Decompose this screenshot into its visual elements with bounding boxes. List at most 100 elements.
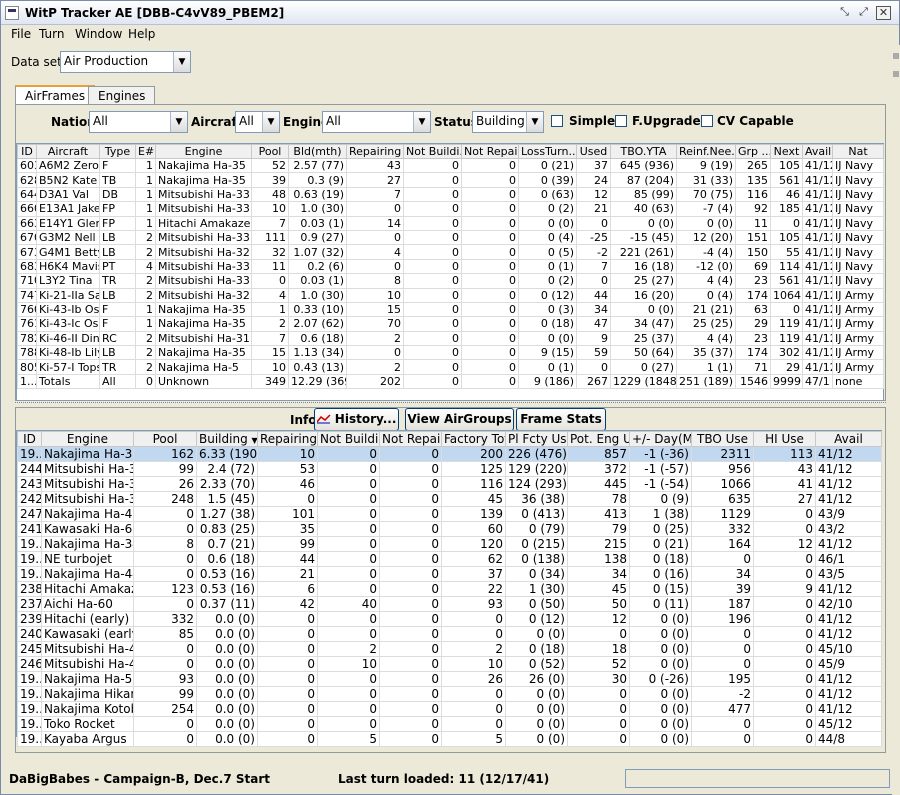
table-row[interactable]: 247 Nakajima Ha-45 0 1.27 (38) 101 0 0 139 0 (41…	[17, 506, 882, 522]
frame-stats-button[interactable]: Frame Stats	[516, 408, 606, 431]
table-row[interactable]: 628B5N2 KateTB1Nakajima Ha-35390.3 (9)27…	[17, 172, 884, 188]
column-header[interactable]: Not Building	[317, 431, 380, 447]
menu-window[interactable]: Window	[75, 27, 122, 41]
history-button[interactable]: History...	[314, 408, 399, 431]
column-header[interactable]: TBO.YTA	[610, 144, 677, 159]
chevron-down-icon[interactable]: ▼	[173, 52, 190, 72]
table-row[interactable]: 19...Nakajima Ha-3480.7 (21)99001200 (21…	[17, 536, 882, 552]
column-header[interactable]: Reinf.Nee...	[676, 144, 736, 159]
column-header[interactable]: ID	[17, 431, 42, 447]
table-row[interactable]: 19...Nakajima Ha-351626.33 (190)10002002…	[17, 446, 882, 462]
column-header[interactable]: +/- Day(Mth)	[629, 431, 692, 447]
chevron-down-icon[interactable]: ▼	[170, 112, 187, 132]
menu-file[interactable]: File	[11, 27, 31, 41]
column-header[interactable]: TBO Use	[691, 431, 754, 447]
view-airgroups-button[interactable]: View AirGroups	[405, 408, 514, 431]
fupgrades-checkbox[interactable]	[615, 115, 627, 127]
engine-select[interactable]: All ▼	[322, 111, 431, 133]
table-row[interactable]: 805Ki-57-I TopsyTR2Nakajima Ha-5100.43 (…	[17, 359, 884, 375]
column-header[interactable]: Pool	[251, 144, 289, 159]
menu-turn[interactable]: Turn	[39, 27, 64, 41]
menu-help[interactable]: Help	[128, 27, 155, 41]
table-row[interactable]: 244Mitsubishi Ha-33992.4 (72)5300125129 …	[17, 461, 882, 477]
table-row[interactable]: 243Mitsubishi Ha-32262.33 (70)4600116124…	[17, 476, 882, 492]
table-row[interactable]: 788Ki-48-Ib LilyLB2Nakajima Ha-35151.13 …	[17, 345, 884, 361]
maximize-icon[interactable]: ⤢	[856, 6, 871, 20]
tab-engines[interactable]: Engines	[88, 86, 156, 104]
column-header[interactable]: Engine	[155, 144, 252, 159]
table-row[interactable]: 19...Nakajima Kotob...2540.0 (0)00000 (0…	[17, 701, 882, 717]
close-icon[interactable]: ✕	[876, 6, 891, 20]
table-cell: 0	[257, 686, 318, 702]
table-row[interactable]: 241 Kawasaki Ha-60 0 0.83 (25) 35 0 0 60 0 (79) 7…	[17, 521, 882, 537]
table-row[interactable]: 603A6M2 ZeroF1Nakajima Ha-35522.57 (77)4…	[17, 157, 884, 174]
column-header[interactable]: Next	[770, 144, 803, 159]
column-header[interactable]: Avail	[802, 144, 833, 159]
cvcapable-checkbox[interactable]	[701, 115, 713, 127]
status-select[interactable]: Building ▼	[472, 111, 544, 133]
column-header[interactable]: Pl Fcty Us...	[505, 431, 568, 447]
column-header[interactable]: Repairing	[257, 431, 318, 447]
chevron-down-icon[interactable]: ▼	[262, 112, 279, 132]
column-header[interactable]: Building ▼	[196, 431, 258, 447]
column-header[interactable]: Factory Total	[441, 431, 506, 447]
column-header[interactable]: Not Repai...	[461, 144, 519, 159]
column-header[interactable]: Aircraft	[36, 144, 100, 159]
table-row[interactable]: 242Mitsubishi Ha-312481.5 (45)0004536 (3…	[17, 491, 882, 507]
column-header[interactable]: Not Buildi...	[403, 144, 462, 159]
column-header[interactable]: Bld(mth)	[288, 144, 347, 159]
table-row[interactable]: 760Ki-43-Ib OscarF1Nakajima Ha-3510.33 (…	[17, 301, 884, 318]
column-header[interactable]: Avail	[815, 431, 882, 447]
table-row[interactable]: 660E13A1 JakeFP1Mitsubishi Ha-33101.0 (3…	[17, 201, 884, 217]
table-row[interactable]: 670G3M2 NellLB2Mitsubishi Ha-331110.9 (2…	[17, 229, 884, 246]
column-header[interactable]: Grp ...	[735, 144, 771, 159]
table-row[interactable]: 239 Hitachi (early) 332 0.0 (0) 0 0 0 0 0 (12) 12…	[17, 611, 882, 627]
table-cell: LB	[99, 229, 136, 246]
column-header[interactable]: Type	[99, 144, 136, 159]
table-row[interactable]: 673G4M1 BettyLB2Mitsubishi Ha-32321.07 (…	[17, 244, 884, 260]
nation-select[interactable]: All ▼	[89, 111, 188, 133]
table-row[interactable]: 19...Kayaba Argus00.0 (0)05050 (0)00 (0)…	[17, 731, 882, 747]
table-row[interactable]: 238Hitachi Amakaze1230.53 (16)600221 (30…	[17, 581, 882, 597]
column-header[interactable]: Engine	[41, 431, 134, 447]
table-cell: 19...	[17, 551, 42, 567]
table-row[interactable]: 1...TotalsAll0Unknown34912.29 (369)20200…	[17, 373, 884, 390]
simple-checkbox[interactable]	[551, 115, 563, 127]
table-row[interactable]: 19...NE turbojet00.6 (18)4400620 (138)13…	[17, 551, 882, 567]
table-row[interactable]: 245Mitsubishi Ha-4200.0 (0)02020 (18)180…	[17, 641, 882, 657]
table-row[interactable]: 683H6K4 MavisPT4Mitsubishi Ha-33110.2 (6…	[17, 258, 884, 275]
table-row[interactable]: 710L3Y2 TinaTR2Mitsubishi Ha-3300.03 (1)…	[17, 273, 884, 289]
column-header[interactable]: Pool	[133, 431, 197, 447]
column-header[interactable]: Used	[576, 144, 611, 159]
aircraft-select[interactable]: All ▼	[235, 111, 280, 133]
column-header[interactable]: LossTurn...	[518, 144, 577, 159]
chevron-down-icon[interactable]: ▼	[413, 112, 430, 132]
table-row[interactable]: 19...Nakajima Hikari990.0 (0)00000 (0)00…	[17, 686, 882, 702]
table-row[interactable]: 663E14Y1 GlenFP1Hitachi Amakaze70.03 (1)…	[17, 215, 884, 231]
splitter-handle[interactable]	[15, 402, 886, 406]
restore-icon[interactable]: ⤡	[837, 6, 852, 20]
table-cell: 105	[770, 229, 803, 246]
column-header[interactable]: Nat	[832, 144, 884, 159]
table-row[interactable]: 19...Nakajima Ha-4400.53 (16)2100370 (34…	[17, 566, 882, 582]
table-row[interactable]: 761Ki-43-Ic OscarF1Nakajima Ha-3522.07 (…	[17, 316, 884, 332]
column-header[interactable]: E#	[135, 144, 156, 159]
chevron-down-icon[interactable]: ▼	[526, 112, 543, 132]
table-row[interactable]: 246Mitsubishi Ha-4300.0 (0)0100100 (52)5…	[17, 656, 882, 672]
column-header[interactable]: Pot. Eng U...	[567, 431, 630, 447]
table-row[interactable]: 240 Kawasaki (early) 85 0.0 (0) 0 0 0 0 0 (0) 0 0 …	[17, 626, 882, 642]
table-cell: 41/12	[802, 244, 833, 260]
column-header[interactable]: ID	[17, 144, 37, 159]
table-row[interactable]: 237 Aichi Ha-60 0 0.37 (11) 42 40 0 93 0 (50) 50 0…	[17, 596, 882, 612]
window-resize-edge[interactable]	[892, 45, 900, 795]
table-row[interactable]: 644D3A1 ValDB1Mitsubishi Ha-33480.63 (19…	[17, 186, 884, 203]
table-row[interactable]: 782Ki-46-II DinahRC2Mitsubishi Ha-3170.6…	[17, 330, 884, 347]
dataset-select[interactable]: Air Production ▼	[60, 51, 191, 73]
column-header[interactable]: Not Repair...	[379, 431, 442, 447]
column-header[interactable]: HI Use	[753, 431, 816, 447]
table-row[interactable]: 747Ki-21-IIa SallyLB2Mitsubishi Ha-3241.…	[17, 287, 884, 303]
table-row[interactable]: 19...Nakajima Ha-5930.0 (0)0002626 (0)30…	[17, 671, 882, 687]
table-row[interactable]: 19...Toko Rocket00.0 (0)00000 (0)00 (0)0…	[17, 716, 882, 732]
column-header[interactable]: Repairing	[346, 144, 404, 159]
tab-airframes[interactable]: AirFrames	[15, 85, 96, 105]
